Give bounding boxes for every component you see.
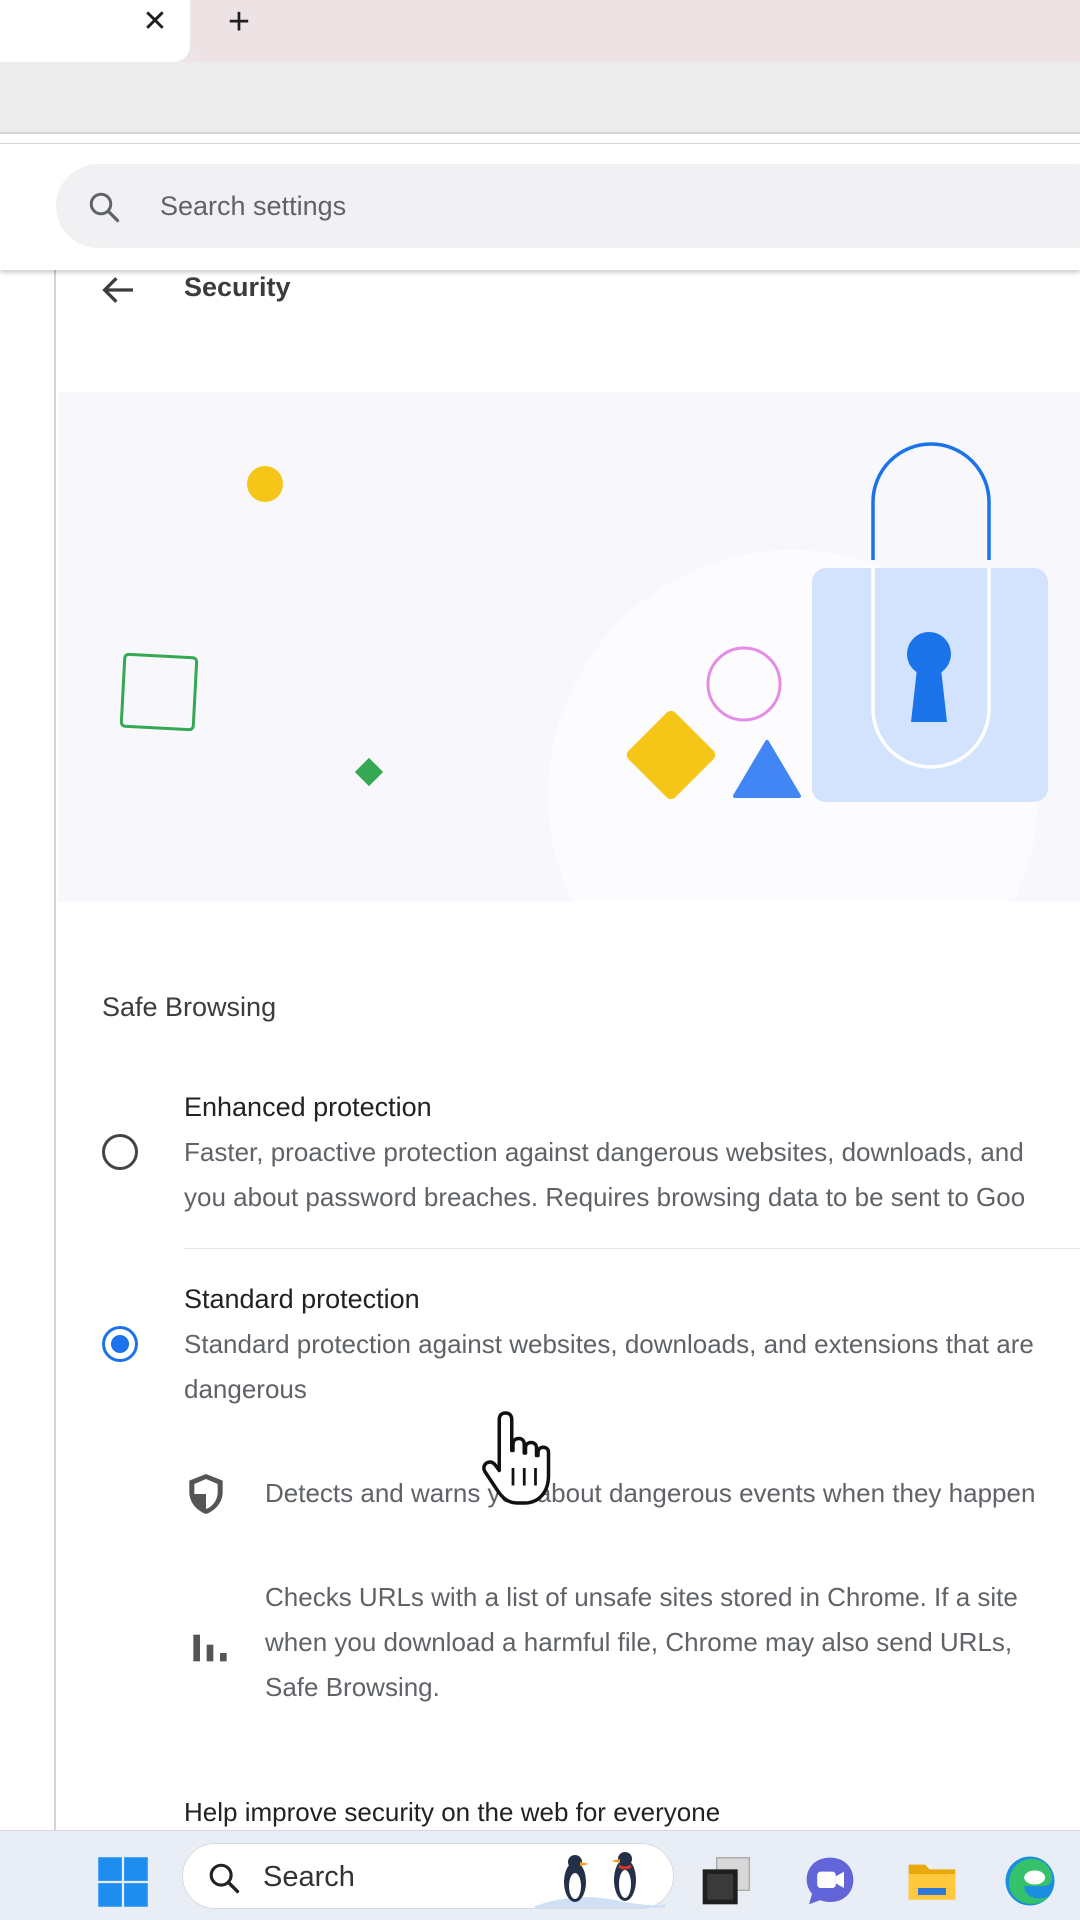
security-illustration — [58, 392, 1080, 902]
green-square — [119, 652, 199, 732]
new-tab-button[interactable]: + — [221, 2, 257, 42]
enhanced-protection-desc-line-2: you about password breaches. Requires br… — [184, 1182, 1026, 1212]
yellow-dot — [247, 466, 283, 502]
taskbar-search-label: Search — [263, 1861, 355, 1893]
teams-chat-icon[interactable] — [802, 1853, 858, 1909]
browser-toolbar — [0, 62, 1080, 134]
enhanced-protection-radio[interactable] — [102, 1134, 138, 1170]
edge-browser-icon[interactable] — [1002, 1853, 1058, 1909]
bar-chart-icon — [193, 1634, 227, 1662]
yellow-diamond — [626, 710, 716, 800]
blue-triangle — [733, 740, 801, 798]
settings-search-box[interactable] — [56, 164, 1080, 248]
standard-protection-label[interactable]: Standard protection — [184, 1284, 420, 1315]
settings-header — [0, 144, 1080, 270]
pink-circle — [706, 646, 782, 722]
sidebar-divider — [54, 270, 56, 1830]
green-diamond — [354, 757, 384, 787]
toolbar-separator — [0, 134, 1080, 144]
help-improve-security-label[interactable]: Help improve security on the web for eve… — [184, 1797, 720, 1828]
lock-shackle-top — [871, 442, 991, 560]
search-icon — [89, 192, 120, 223]
back-arrow-icon[interactable] — [98, 270, 138, 310]
file-explorer-icon[interactable] — [904, 1853, 960, 1909]
feature-checks-urls-line-1: Checks URLs with a list of unsafe sites … — [265, 1582, 1018, 1612]
taskbar-search-icon — [209, 1863, 240, 1894]
standard-protection-desc-line-2: dangerous — [184, 1374, 307, 1404]
feature-checks-urls-line-2: when you download a harmful file, Chrome… — [265, 1627, 1013, 1657]
windows-start-icon[interactable] — [96, 1855, 150, 1909]
hand-cursor-icon — [482, 1411, 551, 1505]
task-view-icon[interactable] — [698, 1853, 754, 1909]
screen: ✕ + Security — [0, 0, 1080, 1920]
feature-detects-warns: Detects and warns you about dangerous ev… — [265, 1478, 1036, 1508]
safe-browsing-heading: Safe Browsing — [102, 992, 277, 1022]
shield-icon — [189, 1474, 223, 1514]
enhanced-protection-desc-line-1: Faster, proactive protection against dan… — [184, 1137, 1024, 1167]
penguins-highlight-icon — [535, 1852, 665, 1908]
illustration-shapes — [119, 442, 1048, 802]
tab-strip-background — [192, 0, 1080, 60]
taskbar: Search — [0, 1830, 1080, 1920]
tab-strip: ✕ + — [0, 0, 1080, 62]
enhanced-protection-label[interactable]: Enhanced protection — [184, 1092, 432, 1123]
active-tab[interactable]: ✕ — [0, 0, 190, 62]
standard-protection-desc-line-1: Standard protection against websites, do… — [184, 1329, 1034, 1359]
taskbar-search[interactable]: Search — [182, 1843, 674, 1909]
option-divider — [184, 1248, 1080, 1249]
close-tab-icon[interactable]: ✕ — [140, 4, 170, 40]
feature-checks-urls-line-3: Safe Browsing. — [265, 1672, 440, 1702]
standard-protection-radio[interactable] — [102, 1326, 138, 1362]
page-title: Security — [184, 272, 291, 302]
search-input[interactable] — [160, 186, 760, 226]
